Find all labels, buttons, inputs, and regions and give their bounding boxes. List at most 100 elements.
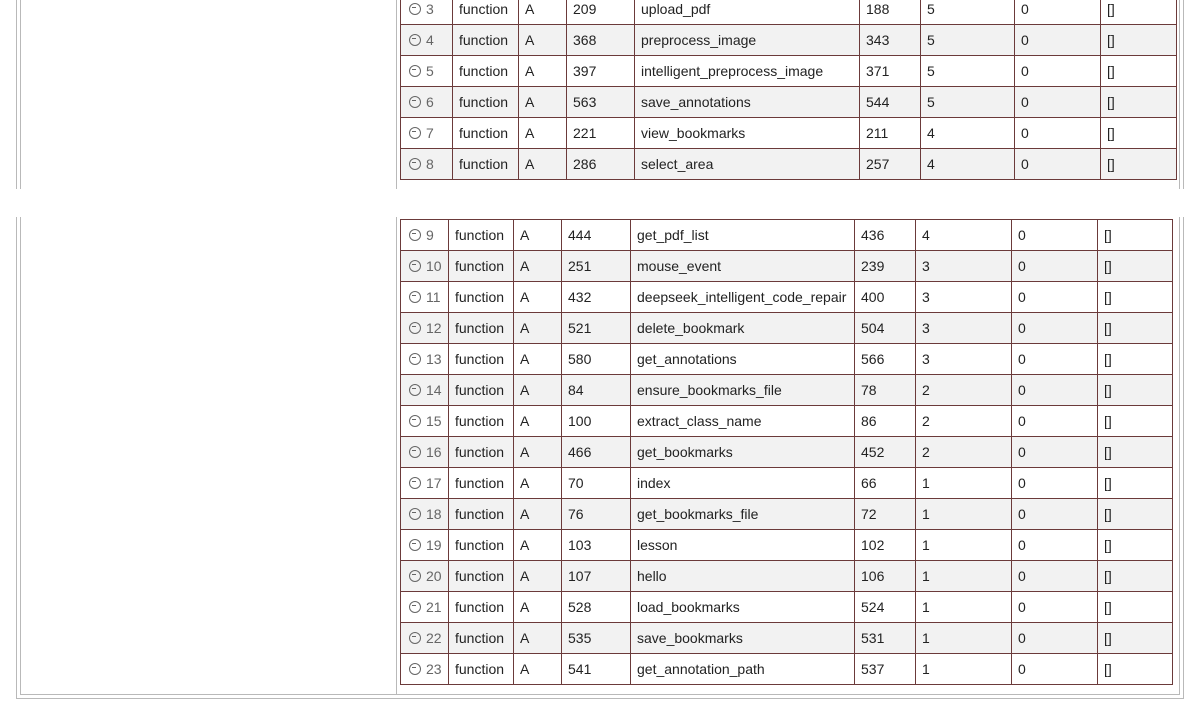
row-number-cell[interactable]: 5 <box>400 55 453 87</box>
circle-minus-icon[interactable] <box>409 384 421 396</box>
row-number-cell[interactable]: 17 <box>400 467 449 499</box>
row-number-cell[interactable]: 4 <box>400 24 453 56</box>
circle-minus-icon[interactable] <box>409 570 421 582</box>
table-row[interactable]: 5 function A 397 intelligent_preprocess_imag… <box>400 55 1177 87</box>
closures-cell: [] <box>1097 560 1173 592</box>
row-number-cell[interactable]: 3 <box>400 0 453 25</box>
circle-minus-icon[interactable] <box>409 96 421 108</box>
circle-minus-icon[interactable] <box>409 415 421 427</box>
closures-cell: [] <box>1097 436 1173 468</box>
table-row[interactable]: 4 function A 368 preprocess_image 343 5 0[] <box>400 24 1177 56</box>
line-end-cell: 100 <box>561 405 631 437</box>
name-cell: get_bookmarks_file <box>630 498 855 530</box>
row-number-cell[interactable]: 6 <box>400 86 453 118</box>
row-number: 12 <box>426 320 442 336</box>
row-number-cell[interactable]: 10 <box>400 250 449 282</box>
table-row[interactable]: 15 function A 100 extract_class_name 86 2 0[] <box>400 405 1173 437</box>
table-row[interactable]: 22 function A 535 save_bookmarks 531 1 0[] <box>400 622 1173 654</box>
circle-minus-icon[interactable] <box>409 632 421 644</box>
table-row[interactable]: 19 function A 103 lesson 102 1 0[] <box>400 529 1173 561</box>
circle-minus-icon[interactable] <box>409 260 421 272</box>
type-cell: function <box>448 529 514 561</box>
nested-cell: 0 <box>1014 148 1101 180</box>
row-number-cell[interactable]: 20 <box>400 560 449 592</box>
table-row[interactable]: 10 function A 251 mouse_event 239 3 0[] <box>400 250 1173 282</box>
table-row[interactable]: 16 function A 466 get_bookmarks 452 2 0[] <box>400 436 1173 468</box>
table-row[interactable]: 21 function A 528 load_bookmarks 524 1 0[] <box>400 591 1173 623</box>
circle-minus-icon[interactable] <box>409 353 421 365</box>
circle-minus-icon[interactable] <box>409 601 421 613</box>
row-number-cell[interactable]: 14 <box>400 374 449 406</box>
table-row[interactable]: 14 function A 84 ensure_bookmarks_file 78 2 0[] <box>400 374 1173 406</box>
nested-cell: 0 <box>1011 281 1098 313</box>
table-row[interactable]: 9 function A 444 get_pdf_list 436 4 0[] <box>400 219 1173 251</box>
circle-minus-icon[interactable] <box>409 539 421 551</box>
name-cell: delete_bookmark <box>630 312 855 344</box>
row-number-cell[interactable]: 12 <box>400 312 449 344</box>
grade-cell: A <box>513 467 562 499</box>
table-row[interactable]: 7 function A 221 view_bookmarks 211 4 0[] <box>400 117 1177 149</box>
name-cell: deepseek_intelligent_code_repair <box>630 281 855 313</box>
table-row[interactable]: 3 function A 209 upload_pdf 188 5 0[] <box>400 0 1177 25</box>
complexity-cell: 3 <box>915 250 1012 282</box>
line-start-cell: 531 <box>854 622 916 654</box>
line-start-cell: 66 <box>854 467 916 499</box>
table-row[interactable]: 8 function A 286 select_area 257 4 0[] <box>400 148 1177 180</box>
circle-minus-icon[interactable] <box>409 229 421 241</box>
circle-minus-icon[interactable] <box>409 291 421 303</box>
circle-minus-icon[interactable] <box>409 322 421 334</box>
circle-minus-icon[interactable] <box>409 477 421 489</box>
line-start-cell: 524 <box>854 591 916 623</box>
type-cell: function <box>448 405 514 437</box>
grade-cell: A <box>513 312 562 344</box>
circle-minus-icon[interactable] <box>409 663 421 675</box>
complexity-cell: 4 <box>920 117 1015 149</box>
circle-minus-icon[interactable] <box>409 34 421 46</box>
row-number: 20 <box>426 568 442 584</box>
nested-cell: 0 <box>1014 117 1101 149</box>
row-number-cell[interactable]: 15 <box>400 405 449 437</box>
table-row[interactable]: 6 function A 563 save_annotations 544 5 0[] <box>400 86 1177 118</box>
row-number: 10 <box>426 258 442 274</box>
row-number-cell[interactable]: 23 <box>400 653 449 685</box>
row-number-cell[interactable]: 7 <box>400 117 453 149</box>
table-row[interactable]: 18 function A 76 get_bookmarks_file 72 1 0[] <box>400 498 1173 530</box>
grade-cell: A <box>513 498 562 530</box>
row-number-cell[interactable]: 18 <box>400 498 449 530</box>
circle-minus-icon[interactable] <box>409 508 421 520</box>
circle-minus-icon[interactable] <box>409 158 421 170</box>
row-number: 14 <box>426 382 442 398</box>
name-cell: get_bookmarks <box>630 436 855 468</box>
grade-cell: A <box>518 148 567 180</box>
line-end-cell: 466 <box>561 436 631 468</box>
row-number-cell[interactable]: 16 <box>400 436 449 468</box>
table-row[interactable]: 13 function A 580 get_annotations 566 3 0[] <box>400 343 1173 375</box>
row-number-cell[interactable]: 9 <box>400 219 449 251</box>
table-row[interactable]: 20 function A 107 hello 106 1 0[] <box>400 560 1173 592</box>
grade-cell: A <box>513 436 562 468</box>
circle-minus-icon[interactable] <box>409 446 421 458</box>
row-number-cell[interactable]: 13 <box>400 343 449 375</box>
row-number-cell[interactable]: 21 <box>400 591 449 623</box>
complexity-cell: 1 <box>915 529 1012 561</box>
name-cell: get_pdf_list <box>630 219 855 251</box>
table-row[interactable]: 11 function A 432 deepseek_intelligent_code_… <box>400 281 1173 313</box>
complexity-cell: 2 <box>915 405 1012 437</box>
line-end-cell: 84 <box>561 374 631 406</box>
row-number-cell[interactable]: 11 <box>400 281 449 313</box>
grade-cell: A <box>513 250 562 282</box>
circle-minus-icon[interactable] <box>409 3 421 15</box>
circle-minus-icon[interactable] <box>409 65 421 77</box>
nested-cell: 0 <box>1011 343 1098 375</box>
circle-minus-icon[interactable] <box>409 127 421 139</box>
row-number-cell[interactable]: 8 <box>400 148 453 180</box>
table-row[interactable]: 12 function A 521 delete_bookmark 504 3 0[] <box>400 312 1173 344</box>
name-cell: upload_pdf <box>634 0 860 25</box>
table-row[interactable]: 17 function A 70 index 66 1 0[] <box>400 467 1173 499</box>
row-number-cell[interactable]: 19 <box>400 529 449 561</box>
type-cell: function <box>448 498 514 530</box>
table-row[interactable]: 23 function A 541 get_annotation_path 537 1 0[] <box>400 653 1173 685</box>
row-number-cell[interactable]: 22 <box>400 622 449 654</box>
type-cell: function <box>448 591 514 623</box>
complexity-cell: 5 <box>920 0 1015 25</box>
